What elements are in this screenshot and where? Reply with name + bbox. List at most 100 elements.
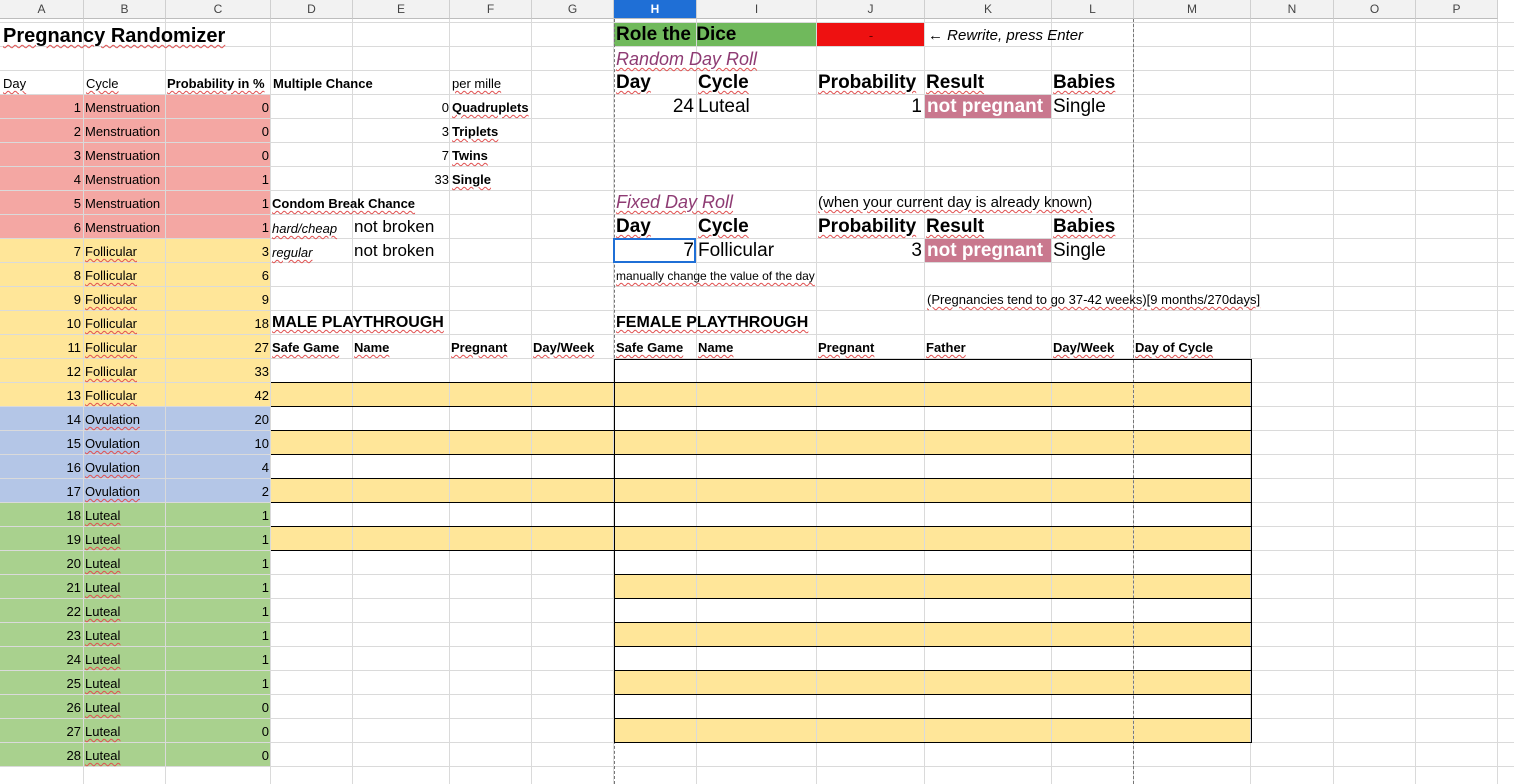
header-cycle: Cycle bbox=[86, 76, 119, 91]
roll-probability: 3 bbox=[911, 240, 922, 261]
column-header-c[interactable]: C bbox=[166, 0, 271, 19]
column-header-m[interactable]: M bbox=[1134, 0, 1251, 19]
roll-header-result: Result bbox=[926, 72, 985, 93]
grid-row-line bbox=[0, 310, 1514, 311]
roll-cycle: Luteal bbox=[698, 96, 750, 117]
probability-value: 2 bbox=[261, 484, 269, 499]
male-playthrough-title: MALE PLAYTHROUGH bbox=[272, 314, 444, 331]
day-number: 15 bbox=[66, 436, 81, 451]
roll-babies: Single bbox=[1053, 96, 1106, 117]
cycle-name: Menstruation bbox=[85, 148, 161, 163]
column-header-j[interactable]: J bbox=[817, 0, 925, 19]
probability-value: 18 bbox=[254, 316, 269, 331]
grid-row-line bbox=[0, 286, 1514, 287]
roll-header-day: Day bbox=[616, 72, 651, 93]
male-row-border bbox=[271, 502, 614, 503]
probability-value: 1 bbox=[261, 676, 269, 691]
column-header-e[interactable]: E bbox=[353, 0, 450, 19]
probability-value: 1 bbox=[261, 532, 269, 547]
cycle-name: Menstruation bbox=[85, 124, 161, 139]
spreadsheet[interactable]: A B C D E F G H I J K L M N O P Pregnancy Randomizer Day C… bbox=[0, 0, 1514, 784]
male-row-fill bbox=[271, 383, 614, 407]
cycle-name: Luteal bbox=[85, 580, 121, 595]
probability-value: 33 bbox=[254, 364, 269, 379]
day-number: 22 bbox=[66, 604, 81, 619]
roll-result: not pregnant bbox=[927, 96, 1044, 117]
column-header-h[interactable]: H bbox=[614, 0, 697, 19]
grid-row-line bbox=[0, 94, 1514, 95]
column-header-i[interactable]: I bbox=[697, 0, 817, 19]
selected-day-cell[interactable] bbox=[613, 238, 696, 263]
cycle-name: Luteal bbox=[85, 532, 121, 547]
roll-babies: Single bbox=[1053, 240, 1106, 261]
column-header-l[interactable]: L bbox=[1052, 0, 1134, 19]
probability-value: 0 bbox=[261, 100, 269, 115]
day-number: 26 bbox=[66, 700, 81, 715]
female-row-border bbox=[614, 694, 1252, 695]
multiple-chance-label: Triplets bbox=[452, 124, 499, 139]
female-row-border bbox=[614, 670, 1252, 671]
roll-header-day: Day bbox=[616, 216, 651, 237]
multiple-chance-header: Multiple Chance bbox=[273, 76, 373, 91]
day-number: 18 bbox=[66, 508, 81, 523]
header-day: Day bbox=[3, 76, 27, 91]
male-row-border bbox=[271, 526, 614, 527]
roll-day: 24 bbox=[672, 96, 694, 117]
day-number: 13 bbox=[66, 388, 81, 403]
female-row-border bbox=[614, 478, 1252, 479]
female-row-border bbox=[614, 406, 1252, 407]
day-number: 23 bbox=[66, 628, 81, 643]
multiple-chance-value: 33 bbox=[434, 172, 449, 187]
male-column-header: Day/Week bbox=[533, 340, 595, 355]
day-number: 1 bbox=[73, 100, 81, 115]
female-column-header: Pregnant bbox=[818, 340, 875, 355]
cycle-name: Luteal bbox=[85, 604, 121, 619]
male-row-fill bbox=[271, 527, 614, 551]
cycle-name: Luteal bbox=[85, 676, 121, 691]
male-row-border bbox=[271, 454, 614, 455]
roll-header-probability: Probability bbox=[818, 216, 917, 237]
probability-value: 1 bbox=[261, 604, 269, 619]
grid-row-line bbox=[0, 766, 1514, 767]
probability-value: 0 bbox=[261, 748, 269, 763]
female-column-header: Safe Game bbox=[616, 340, 684, 355]
probability-value: 0 bbox=[261, 148, 269, 163]
female-playthrough-title: FEMALE PLAYTHROUGH bbox=[616, 314, 809, 331]
female-column-header: Father bbox=[926, 340, 966, 355]
female-column-header: Day/Week bbox=[1053, 340, 1115, 355]
roll-header-babies: Babies bbox=[1053, 72, 1116, 93]
female-row-border bbox=[614, 718, 1252, 719]
female-column-header: Name bbox=[698, 340, 734, 355]
column-header-k[interactable]: K bbox=[925, 0, 1052, 19]
cycle-name: Ovulation bbox=[85, 460, 140, 475]
day-number: 7 bbox=[73, 244, 81, 259]
cycle-name: Follicular bbox=[85, 388, 138, 403]
column-header-p[interactable]: P bbox=[1416, 0, 1498, 19]
column-header-g[interactable]: G bbox=[532, 0, 614, 19]
day-number: 5 bbox=[73, 196, 81, 211]
cycle-name: Luteal bbox=[85, 556, 121, 571]
day-number: 19 bbox=[66, 532, 81, 547]
column-header-o[interactable]: O bbox=[1334, 0, 1416, 19]
multiple-chance-value: 0 bbox=[441, 100, 449, 115]
roll-header-result: Result bbox=[926, 216, 985, 237]
cycle-name: Menstruation bbox=[85, 196, 161, 211]
probability-value: 6 bbox=[261, 268, 269, 283]
column-header-d[interactable]: D bbox=[271, 0, 353, 19]
multiple-chance-label: Quadruplets bbox=[452, 100, 529, 115]
column-header-n[interactable]: N bbox=[1251, 0, 1334, 19]
roll-header-cycle: Cycle bbox=[698, 216, 749, 237]
grid-row-line bbox=[0, 70, 1514, 71]
male-column-header: Name bbox=[354, 340, 390, 355]
male-row-border bbox=[271, 430, 614, 431]
column-header-b[interactable]: B bbox=[84, 0, 166, 19]
role-the-dice-button[interactable]: Role the Dice bbox=[616, 24, 736, 46]
cycle-name: Menstruation bbox=[85, 220, 161, 235]
dice-input-field[interactable]: - bbox=[817, 27, 925, 45]
grid-row-line bbox=[0, 142, 1514, 143]
condom-type-label: regular bbox=[272, 245, 313, 260]
column-header-f[interactable]: F bbox=[450, 0, 532, 19]
cycle-name: Follicular bbox=[85, 292, 138, 307]
phase-fill bbox=[0, 551, 271, 575]
column-header-a[interactable]: A bbox=[0, 0, 84, 19]
